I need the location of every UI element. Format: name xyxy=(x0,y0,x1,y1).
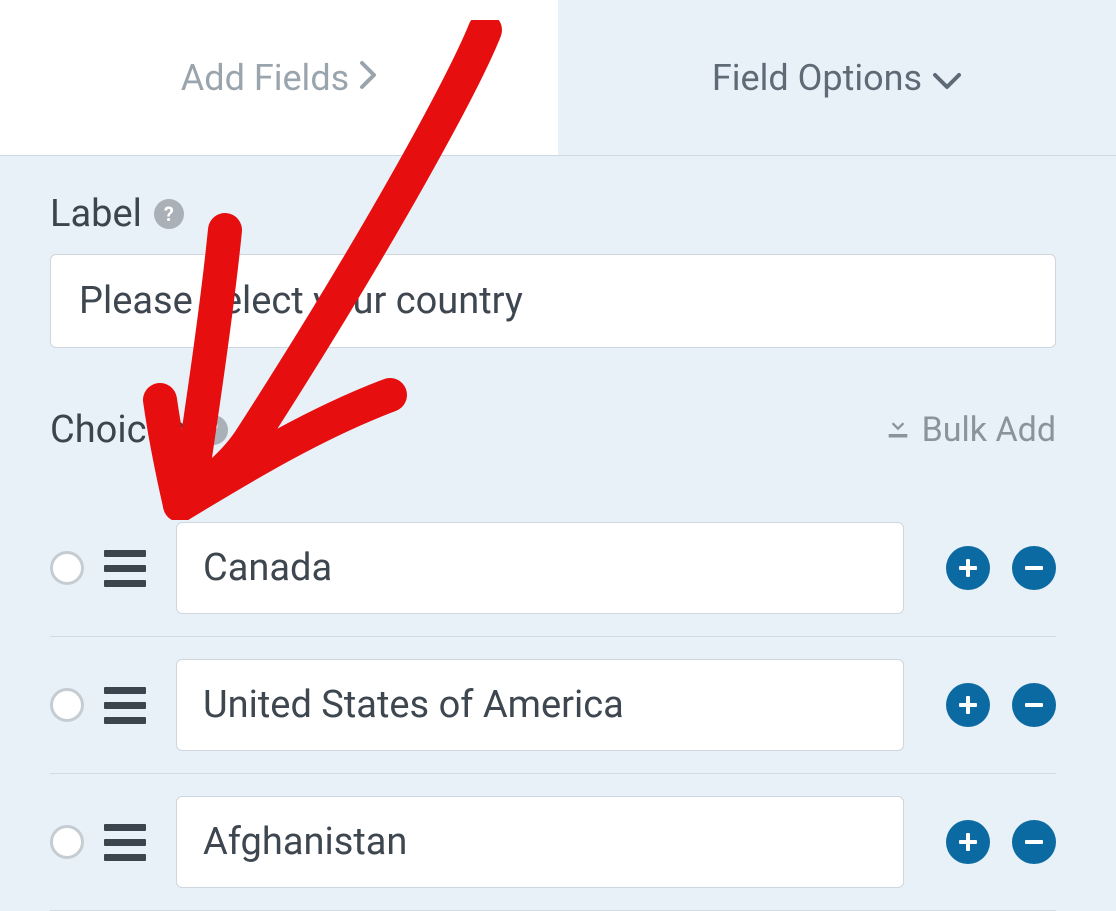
drag-handle-icon[interactable] xyxy=(102,550,148,587)
drag-handle-icon[interactable] xyxy=(102,824,148,861)
label-title: Label xyxy=(50,192,142,236)
choice-actions xyxy=(946,683,1056,727)
choice-input[interactable] xyxy=(176,796,904,888)
default-radio[interactable] xyxy=(50,551,84,585)
add-choice-button[interactable] xyxy=(946,820,990,864)
bulk-add-label: Bulk Add xyxy=(922,410,1056,450)
choice-row xyxy=(50,774,1056,911)
tab-field-options-label: Field Options xyxy=(712,57,922,99)
tab-field-options[interactable]: Field Options xyxy=(558,0,1116,155)
remove-choice-button[interactable] xyxy=(1012,546,1056,590)
panel-content: Label ? Choices ? Bulk Add xyxy=(0,156,1116,911)
choice-actions xyxy=(946,820,1056,864)
choice-actions xyxy=(946,546,1056,590)
remove-choice-button[interactable] xyxy=(1012,683,1056,727)
download-icon xyxy=(884,410,912,450)
choice-input[interactable] xyxy=(176,659,904,751)
tab-add-fields[interactable]: Add Fields xyxy=(0,0,558,155)
label-input[interactable] xyxy=(50,254,1056,348)
add-choice-button[interactable] xyxy=(946,683,990,727)
label-row: Label ? xyxy=(50,192,1056,236)
choices-label-row: Choices ? xyxy=(50,408,228,452)
choices-header: Choices ? Bulk Add xyxy=(50,408,1056,452)
choice-input[interactable] xyxy=(176,522,904,614)
add-choice-button[interactable] xyxy=(946,546,990,590)
default-radio[interactable] xyxy=(50,688,84,722)
remove-choice-button[interactable] xyxy=(1012,820,1056,864)
chevron-down-icon xyxy=(932,57,962,99)
choice-row xyxy=(50,637,1056,774)
bulk-add-button[interactable]: Bulk Add xyxy=(884,410,1056,450)
drag-handle-icon[interactable] xyxy=(102,687,148,724)
default-radio[interactable] xyxy=(50,825,84,859)
help-icon[interactable]: ? xyxy=(198,415,228,445)
tabs-container: Add Fields Field Options xyxy=(0,0,1116,156)
choice-row xyxy=(50,500,1056,637)
chevron-right-icon xyxy=(359,57,377,99)
tab-add-fields-label: Add Fields xyxy=(181,57,349,99)
help-icon[interactable]: ? xyxy=(154,199,184,229)
choices-title: Choices xyxy=(50,408,186,452)
